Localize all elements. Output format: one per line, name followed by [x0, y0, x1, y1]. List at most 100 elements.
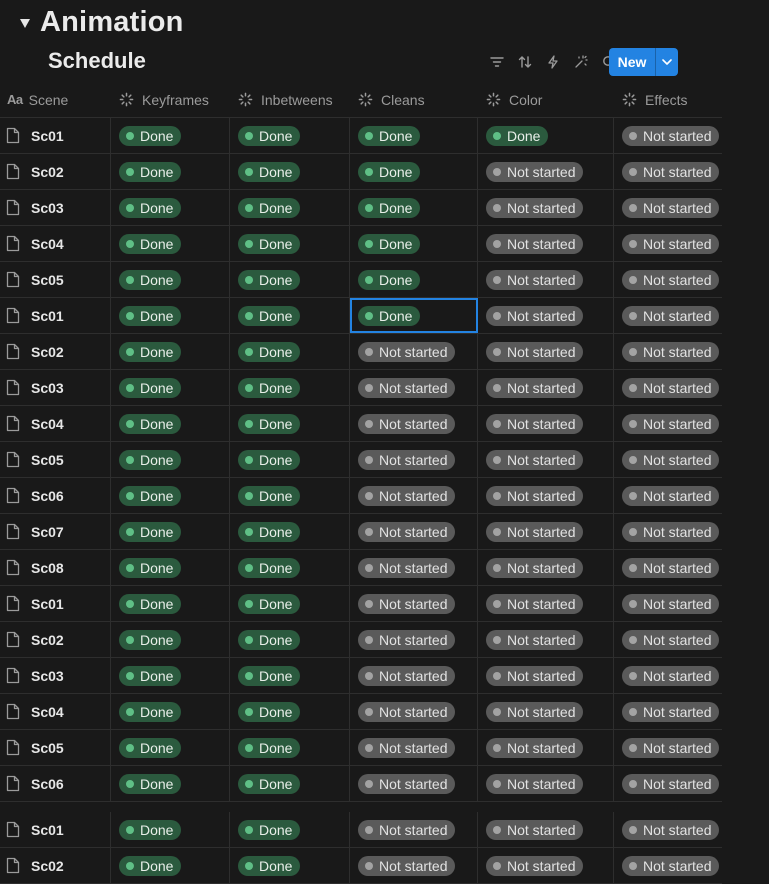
- scene-cell[interactable]: Sc04: [0, 694, 111, 729]
- keyframes-status-cell[interactable]: Done: [111, 334, 230, 369]
- color-status-cell[interactable]: Not started: [478, 298, 614, 333]
- color-status-cell[interactable]: Not started: [478, 334, 614, 369]
- effects-status-cell[interactable]: Not started: [614, 550, 722, 585]
- color-status-cell[interactable]: Done: [478, 118, 614, 153]
- keyframes-status-cell[interactable]: Done: [111, 442, 230, 477]
- effects-status-cell[interactable]: Not started: [614, 586, 722, 621]
- table-row[interactable]: Sc01 Done Done Done Not started Not started: [0, 298, 722, 334]
- keyframes-status-cell[interactable]: Done: [111, 118, 230, 153]
- inbetweens-status-cell[interactable]: Done: [230, 226, 350, 261]
- inbetweens-status-cell[interactable]: Done: [230, 154, 350, 189]
- scene-cell[interactable]: Sc03: [0, 190, 111, 225]
- effects-status-cell[interactable]: Not started: [614, 694, 722, 729]
- cleans-status-cell[interactable]: Not started: [350, 478, 478, 513]
- effects-status-cell[interactable]: Not started: [614, 848, 722, 883]
- filter-icon[interactable]: [483, 48, 511, 76]
- keyframes-status-cell[interactable]: Done: [111, 154, 230, 189]
- keyframes-status-cell[interactable]: Done: [111, 622, 230, 657]
- inbetweens-status-cell[interactable]: Done: [230, 118, 350, 153]
- table-row[interactable]: Sc01 Done Done Not started Not started Not st…: [0, 586, 722, 622]
- scene-cell[interactable]: Sc01: [0, 118, 111, 153]
- inbetweens-status-cell[interactable]: Done: [230, 370, 350, 405]
- table-row[interactable]: Sc03 Done Done Done Not started Not started: [0, 190, 722, 226]
- sort-icon[interactable]: [511, 48, 539, 76]
- effects-status-cell[interactable]: Not started: [614, 622, 722, 657]
- section-toggle[interactable]: Animation: [20, 4, 184, 40]
- color-status-cell[interactable]: Not started: [478, 154, 614, 189]
- ai-sparkle-icon[interactable]: [567, 48, 595, 76]
- inbetweens-status-cell[interactable]: Done: [230, 730, 350, 765]
- cleans-status-cell[interactable]: Not started: [350, 766, 478, 801]
- cleans-status-cell[interactable]: Done: [350, 154, 478, 189]
- keyframes-status-cell[interactable]: Done: [111, 190, 230, 225]
- keyframes-status-cell[interactable]: Done: [111, 298, 230, 333]
- color-status-cell[interactable]: Not started: [478, 812, 614, 847]
- color-status-cell[interactable]: Not started: [478, 766, 614, 801]
- toggle-triangle-icon[interactable]: [20, 18, 30, 28]
- table-row[interactable]: Sc05 Done Done Done Not started Not started: [0, 262, 722, 298]
- scene-cell[interactable]: Sc03: [0, 658, 111, 693]
- keyframes-status-cell[interactable]: Done: [111, 730, 230, 765]
- table-row[interactable]: Sc02 Done Done Not started Not started Not st…: [0, 622, 722, 658]
- new-options-button[interactable]: [656, 48, 678, 76]
- cleans-status-cell[interactable]: Done: [350, 262, 478, 297]
- keyframes-status-cell[interactable]: Done: [111, 766, 230, 801]
- scene-cell[interactable]: Sc06: [0, 766, 111, 801]
- table-row[interactable]: Sc01 Done Done Done Done Not started: [0, 118, 722, 154]
- inbetweens-status-cell[interactable]: Done: [230, 298, 350, 333]
- cleans-status-cell[interactable]: Not started: [350, 514, 478, 549]
- cleans-status-cell[interactable]: Done: [350, 190, 478, 225]
- color-status-cell[interactable]: Not started: [478, 262, 614, 297]
- scene-cell[interactable]: Sc03: [0, 370, 111, 405]
- effects-status-cell[interactable]: Not started: [614, 406, 722, 441]
- automation-icon[interactable]: [539, 48, 567, 76]
- inbetweens-status-cell[interactable]: Done: [230, 334, 350, 369]
- cleans-status-cell[interactable]: Not started: [350, 812, 478, 847]
- table-row[interactable]: Sc03 Done Done Not started Not started Not st…: [0, 370, 722, 406]
- cleans-status-cell[interactable]: Not started: [350, 370, 478, 405]
- scene-cell[interactable]: Sc01: [0, 586, 111, 621]
- column-header-color[interactable]: Color: [478, 82, 614, 117]
- table-row[interactable]: Sc02 Done Done Not started Not started Not st…: [0, 334, 722, 370]
- effects-status-cell[interactable]: Not started: [614, 730, 722, 765]
- table-row[interactable]: Sc05 Done Done Not started Not started Not st…: [0, 730, 722, 766]
- new-button[interactable]: New: [609, 48, 655, 76]
- inbetweens-status-cell[interactable]: Done: [230, 478, 350, 513]
- table-row[interactable]: Sc02 Done Done Not started Not started Not st…: [0, 848, 722, 884]
- color-status-cell[interactable]: Not started: [478, 658, 614, 693]
- color-status-cell[interactable]: Not started: [478, 226, 614, 261]
- database-title[interactable]: Schedule: [48, 48, 146, 74]
- inbetweens-status-cell[interactable]: Done: [230, 848, 350, 883]
- inbetweens-status-cell[interactable]: Done: [230, 190, 350, 225]
- cleans-status-cell[interactable]: Not started: [350, 586, 478, 621]
- column-header-inbetweens[interactable]: Inbetweens: [230, 82, 350, 117]
- color-status-cell[interactable]: Not started: [478, 622, 614, 657]
- effects-status-cell[interactable]: Not started: [614, 478, 722, 513]
- keyframes-status-cell[interactable]: Done: [111, 550, 230, 585]
- cleans-status-cell[interactable]: Done: [350, 226, 478, 261]
- scene-cell[interactable]: Sc04: [0, 226, 111, 261]
- cleans-status-cell[interactable]: Not started: [350, 550, 478, 585]
- inbetweens-status-cell[interactable]: Done: [230, 550, 350, 585]
- keyframes-status-cell[interactable]: Done: [111, 812, 230, 847]
- table-row[interactable]: Sc04 Done Done Not started Not started Not st…: [0, 694, 722, 730]
- color-status-cell[interactable]: Not started: [478, 848, 614, 883]
- keyframes-status-cell[interactable]: Done: [111, 514, 230, 549]
- color-status-cell[interactable]: Not started: [478, 406, 614, 441]
- inbetweens-status-cell[interactable]: Done: [230, 812, 350, 847]
- effects-status-cell[interactable]: Not started: [614, 442, 722, 477]
- color-status-cell[interactable]: Not started: [478, 694, 614, 729]
- keyframes-status-cell[interactable]: Done: [111, 226, 230, 261]
- effects-status-cell[interactable]: Not started: [614, 298, 722, 333]
- keyframes-status-cell[interactable]: Done: [111, 406, 230, 441]
- table-row[interactable]: Sc04 Done Done Not started Not started Not st…: [0, 406, 722, 442]
- inbetweens-status-cell[interactable]: Done: [230, 586, 350, 621]
- keyframes-status-cell[interactable]: Done: [111, 586, 230, 621]
- scene-cell[interactable]: Sc02: [0, 848, 111, 883]
- keyframes-status-cell[interactable]: Done: [111, 370, 230, 405]
- color-status-cell[interactable]: Not started: [478, 190, 614, 225]
- color-status-cell[interactable]: Not started: [478, 442, 614, 477]
- effects-status-cell[interactable]: Not started: [614, 370, 722, 405]
- effects-status-cell[interactable]: Not started: [614, 190, 722, 225]
- color-status-cell[interactable]: Not started: [478, 478, 614, 513]
